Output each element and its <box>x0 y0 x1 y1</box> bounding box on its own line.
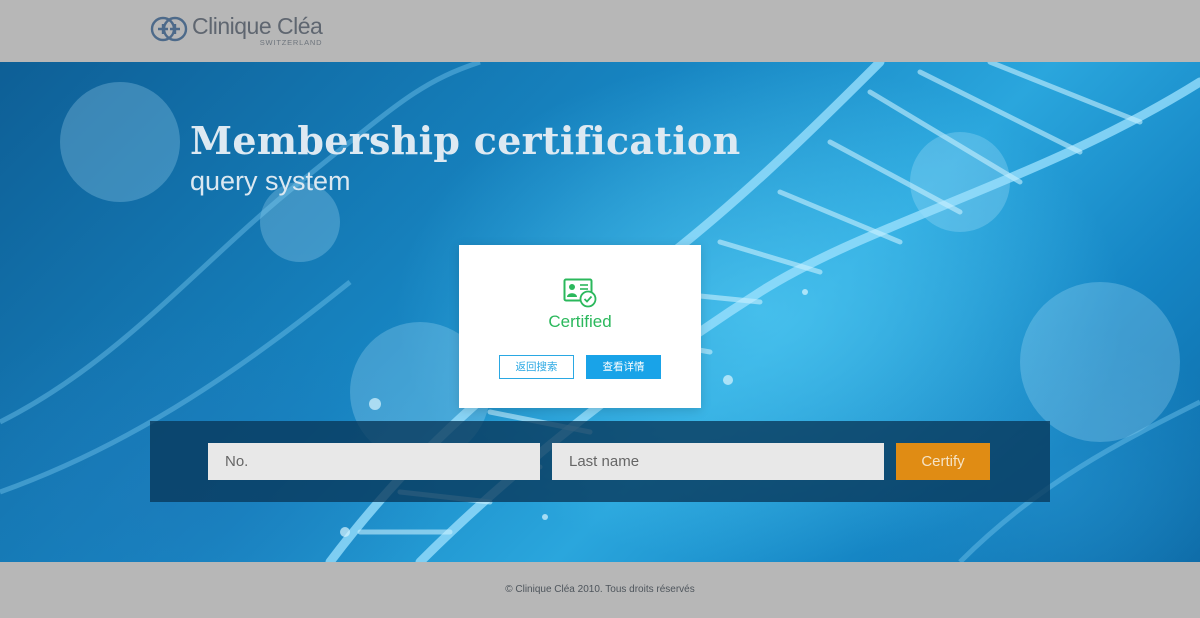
hero-banner: Membership certification query system Ce… <box>0 62 1200 562</box>
last-name-input[interactable] <box>552 443 884 480</box>
brand-name: Clinique Cléa <box>192 13 323 39</box>
page-title: Membership certification <box>190 118 741 163</box>
cross-plus-logo-icon <box>150 16 188 42</box>
certification-status: Certified <box>548 312 612 331</box>
view-details-button[interactable]: 查看详情 <box>586 355 661 379</box>
copyright-text: © Clinique Cléa 2010. Tous droits réserv… <box>505 584 695 595</box>
member-number-input[interactable] <box>208 443 540 480</box>
brand-text: Clinique Cléa SWITZERLAND <box>192 13 323 47</box>
certify-button[interactable]: Certify <box>896 443 990 480</box>
top-header: Clinique Cléa SWITZERLAND <box>0 0 1200 62</box>
page-footer: © Clinique Cléa 2010. Tous droits réserv… <box>0 562 1200 618</box>
back-to-search-button[interactable]: 返回搜索 <box>499 355 574 379</box>
certification-result-dialog: Certified 返回搜索 查看详情 <box>459 245 701 408</box>
id-card-check-icon <box>563 278 597 308</box>
certification-search-bar: Certify <box>150 421 1050 502</box>
brand-subtitle: SWITZERLAND <box>259 38 323 47</box>
brand-logo[interactable]: Clinique Cléa SWITZERLAND <box>150 13 323 49</box>
page-subtitle: query system <box>190 166 351 196</box>
